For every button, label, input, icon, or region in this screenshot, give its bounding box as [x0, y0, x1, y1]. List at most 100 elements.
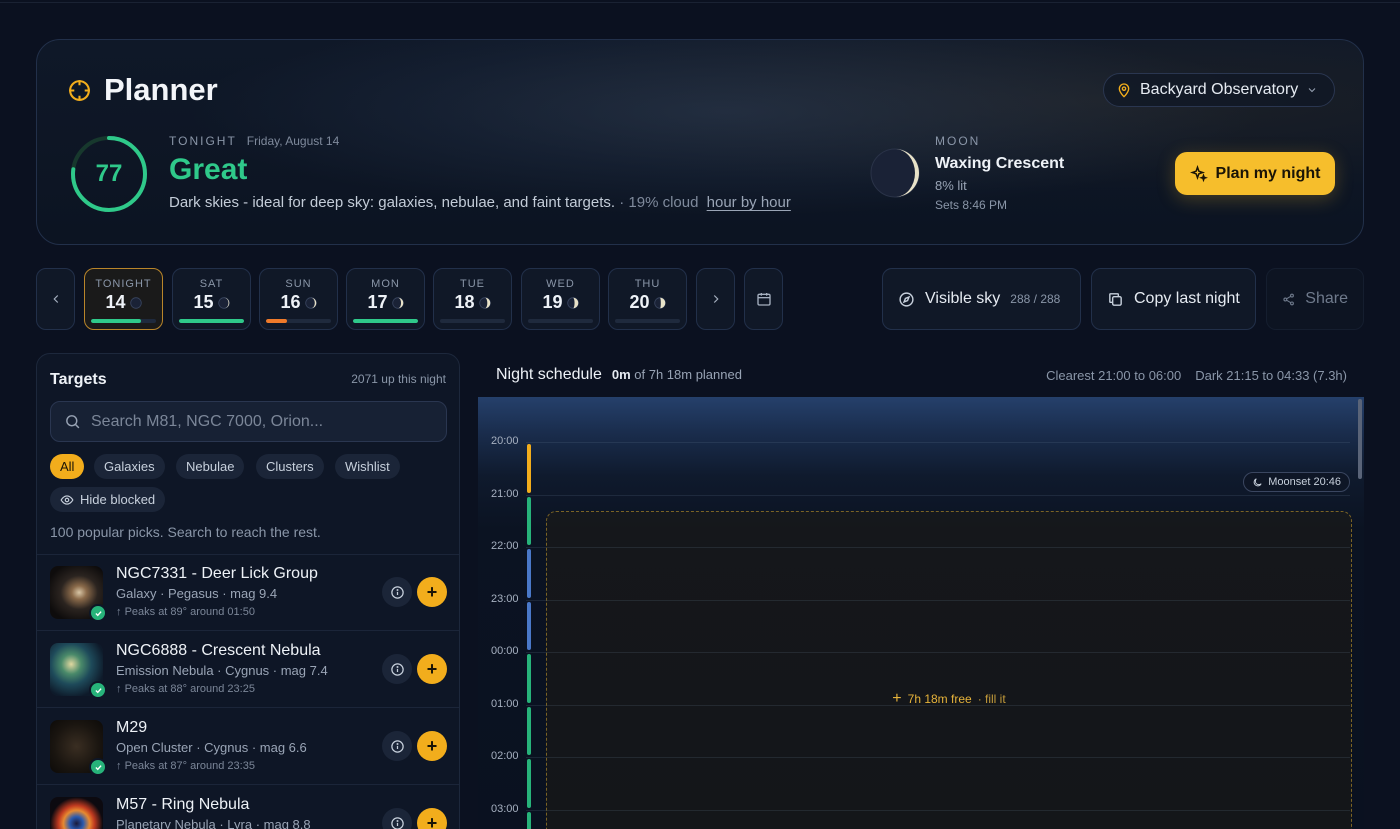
- page-header: Planner: [67, 72, 218, 108]
- location-selector[interactable]: Backyard Observatory: [1103, 73, 1335, 107]
- moon-phase-icon: [478, 296, 491, 309]
- copy-icon: [1109, 292, 1122, 306]
- target-details: Open Cluster · Cygnus · mag 6.6: [116, 740, 307, 755]
- conditions-text: Dark skies - ideal for deep sky: galaxie…: [169, 194, 616, 211]
- hour-label: 01:00: [491, 697, 519, 710]
- copy-last-night-button[interactable]: Copy last night: [1091, 268, 1256, 330]
- chevron-right-icon: [713, 295, 719, 303]
- plus-icon: +: [426, 658, 438, 679]
- target-row[interactable]: M29 Open Cluster · Cygnus · mag 6.6 ↑ Pe…: [37, 708, 459, 784]
- plus-icon: +: [426, 812, 438, 829]
- hour-label: 21:00: [491, 487, 519, 500]
- next-days-button[interactable]: [696, 268, 735, 330]
- target-info-button[interactable]: [382, 654, 412, 684]
- target-peak: ↑ Peaks at 88° around 23:25: [116, 683, 255, 695]
- tonight-date: Friday, August 14: [246, 134, 340, 148]
- visible-sky-button[interactable]: Visible sky 288 / 288: [882, 268, 1081, 330]
- chevron-left-icon: [52, 295, 58, 303]
- target-row[interactable]: NGC7331 - Deer Lick Group Galaxy · Pegas…: [37, 554, 459, 630]
- day-date: 18: [434, 292, 511, 313]
- filter-clusters[interactable]: Clusters: [256, 454, 324, 479]
- visible-check-icon: [89, 604, 107, 622]
- dark-window: Dark 21:15 to 04:33 (7.3h): [1195, 368, 1347, 383]
- day-date: 17: [347, 292, 424, 313]
- night-quality-bar: [353, 319, 418, 323]
- hour-condition-segment: [527, 444, 531, 493]
- copy-last-night-label: Copy last night: [1134, 290, 1240, 307]
- share-icon: [1283, 293, 1294, 305]
- chevron-down-icon: [1308, 88, 1316, 93]
- day-mon[interactable]: MON 17: [346, 268, 425, 330]
- day-date: 16: [260, 292, 337, 313]
- free-time-slot[interactable]: + 7h 18m free · fill it: [546, 511, 1352, 829]
- target-details: Emission Nebula · Cygnus · mag 7.4: [116, 663, 328, 678]
- hide-blocked-toggle[interactable]: Hide blocked: [50, 487, 166, 512]
- day-date: 19: [522, 292, 599, 313]
- filter-nebulae[interactable]: Nebulae: [176, 454, 245, 479]
- night-timeline[interactable]: Moonset 20:46 + 7h 18m free · fill it 20…: [478, 397, 1364, 829]
- moon-label: MOON: [935, 134, 981, 148]
- day-tue[interactable]: TUE 18: [433, 268, 512, 330]
- night-quality-fill: [266, 319, 287, 323]
- moonset-badge: Moonset 20:46: [1243, 472, 1350, 492]
- day-tonight[interactable]: TONIGHT 14: [84, 268, 163, 330]
- filter-galaxies[interactable]: Galaxies: [94, 454, 165, 479]
- target-search-input[interactable]: Search M81, NGC 7000, Orion...: [50, 401, 447, 442]
- tonight-text: TONIGHT: [169, 134, 237, 148]
- tonight-label: TONIGHT Friday, August 14: [169, 134, 339, 148]
- night-description: Dark skies - ideal for deep sky: galaxie…: [169, 194, 791, 211]
- hour-label: 00:00: [491, 645, 519, 657]
- hour-by-hour-link[interactable]: hour by hour: [707, 194, 791, 211]
- target-details: Galaxy · Pegasus · mag 9.4: [116, 586, 278, 601]
- hour-label: 22:00: [491, 540, 519, 552]
- moon-illumination: 8% lit: [935, 178, 967, 193]
- add-target-button[interactable]: +: [417, 731, 447, 761]
- day-name: MON: [371, 278, 400, 290]
- hour-label: 03:00: [491, 802, 519, 815]
- night-quality-bar: [615, 319, 680, 323]
- filter-wishlist[interactable]: Wishlist: [335, 454, 400, 479]
- day-sat[interactable]: SAT 15: [172, 268, 251, 330]
- visible-sky-label: Visible sky: [925, 290, 1001, 307]
- add-target-button[interactable]: +: [417, 808, 447, 829]
- planned-value: 0m: [611, 367, 631, 382]
- night-quality-fill: [179, 319, 244, 323]
- day-thu[interactable]: THU 20: [608, 268, 687, 330]
- hour-condition-segment: [527, 549, 531, 598]
- hour-gridline: [526, 494, 1350, 496]
- top-border: [0, 0, 1400, 3]
- sparkles-icon: [1189, 164, 1208, 182]
- filter-all[interactable]: All: [50, 454, 85, 479]
- add-target-button[interactable]: +: [417, 654, 447, 684]
- moon-phase: Waxing Crescent: [935, 155, 1065, 172]
- hour-condition-segment: [527, 601, 531, 650]
- day-wed[interactable]: WED 19: [521, 268, 600, 330]
- target-row[interactable]: M57 - Ring Nebula Planetary Nebula · Lyr…: [37, 785, 459, 829]
- targets-count: 2071 up this night: [351, 372, 446, 386]
- hour-gridline: [526, 652, 1350, 653]
- timeline-scrollbar[interactable]: [1358, 399, 1362, 479]
- hour-label: 23:00: [491, 592, 519, 605]
- calendar-button[interactable]: [744, 268, 783, 330]
- target-info-button[interactable]: [382, 808, 412, 829]
- share-label: Share: [1305, 290, 1348, 307]
- plan-my-night-button[interactable]: Plan my night: [1175, 152, 1335, 195]
- moon-phase-icon: [391, 296, 404, 309]
- cloud-cover: · 19% cloud: [619, 194, 699, 211]
- target-name: NGC6888 - Crescent Nebula: [116, 642, 321, 659]
- add-target-button[interactable]: +: [417, 577, 447, 607]
- night-quality-bar: [266, 319, 331, 323]
- hour-condition-segment: [527, 654, 531, 703]
- day-number: 19: [542, 292, 563, 312]
- target-thumbnail: [50, 797, 103, 829]
- day-sun[interactable]: SUN 16: [259, 268, 338, 330]
- previous-days-button[interactable]: [36, 268, 75, 330]
- picks-note: 100 popular picks. Search to reach the r…: [50, 524, 321, 540]
- target-info-button[interactable]: [382, 577, 412, 607]
- hour-gridline: [526, 757, 1350, 758]
- visible-check-icon: [89, 758, 107, 776]
- share-button[interactable]: Share: [1266, 268, 1364, 330]
- target-info-button[interactable]: [382, 731, 412, 761]
- location-name: Backyard Observatory: [1140, 81, 1299, 98]
- target-row[interactable]: NGC6888 - Crescent Nebula Emission Nebul…: [37, 631, 459, 707]
